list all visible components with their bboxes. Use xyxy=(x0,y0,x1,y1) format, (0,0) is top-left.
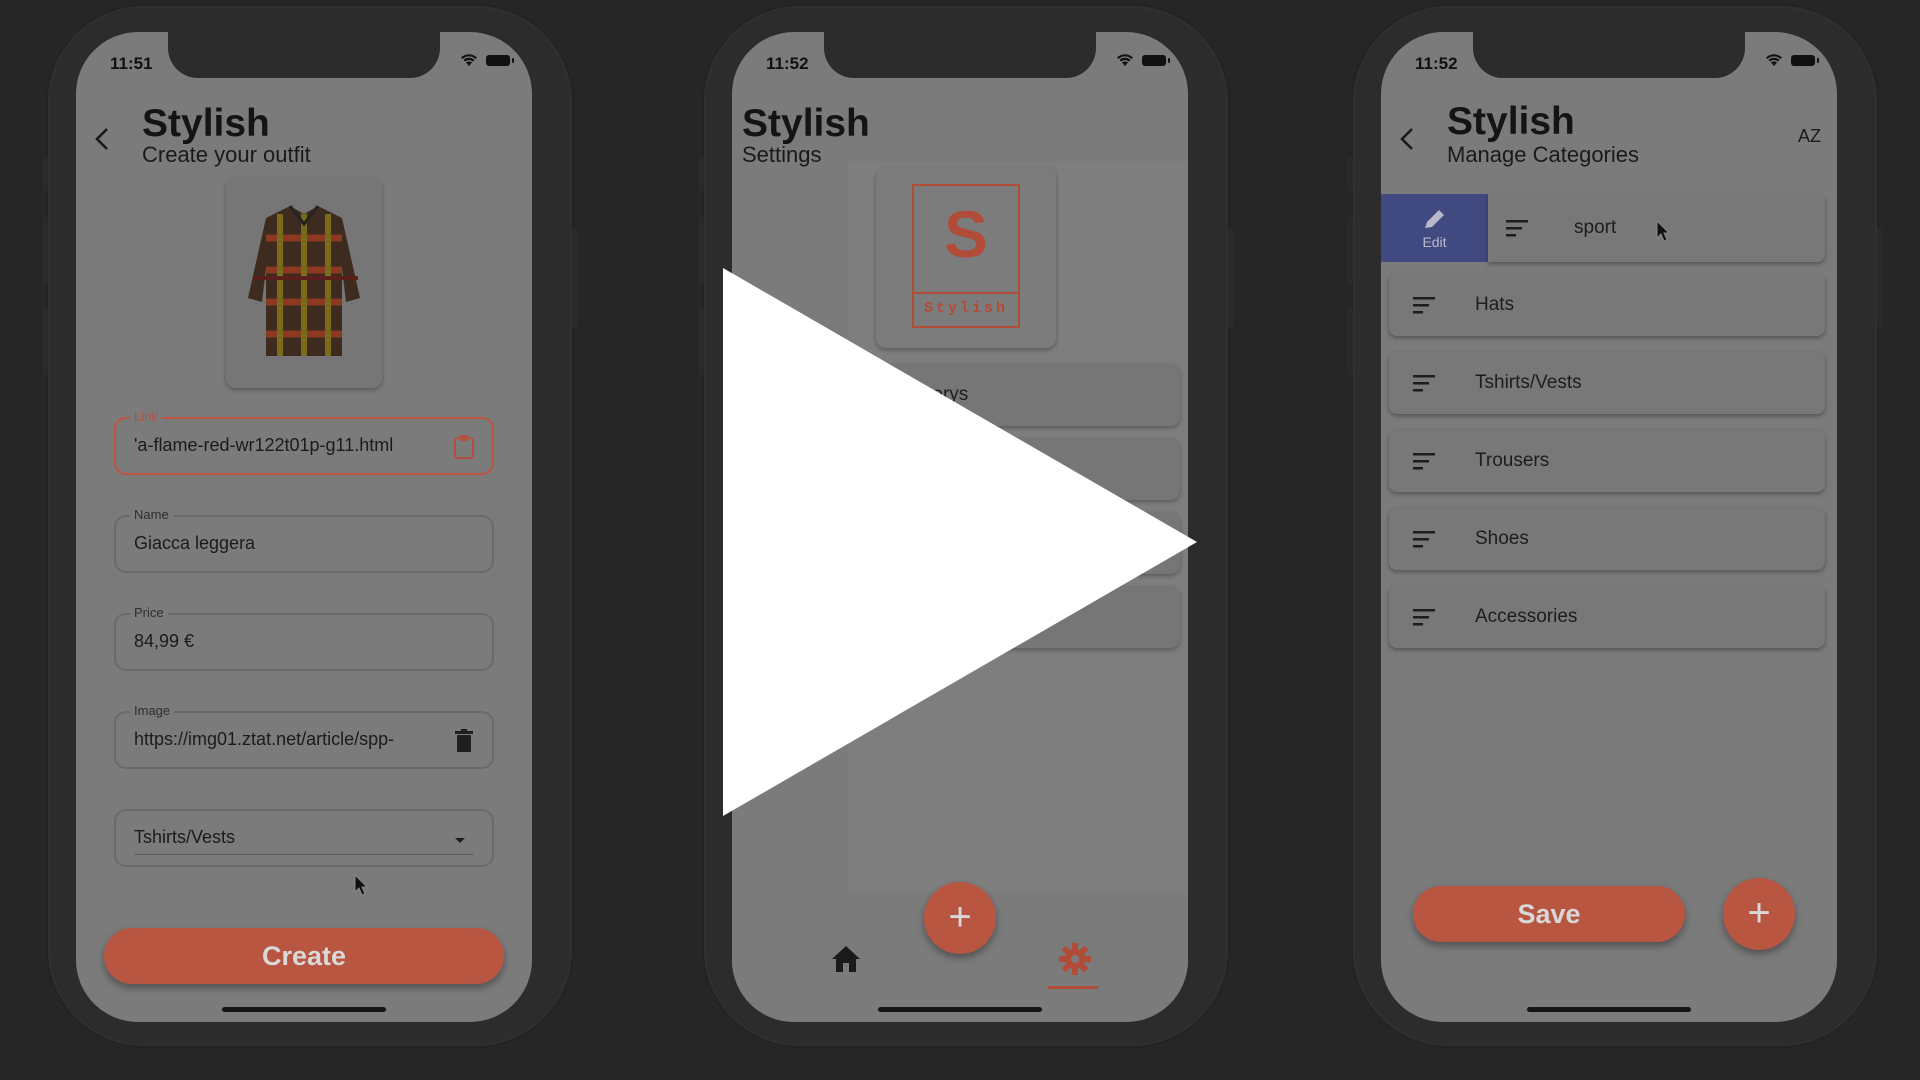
page-subtitle: Manage Categories xyxy=(1447,142,1640,167)
trash-icon[interactable] xyxy=(452,728,476,754)
list-item[interactable]: Hats xyxy=(1389,274,1825,336)
phone-create-outfit: 11:51 Stylish Create your outfit Link 'a… xyxy=(42,6,578,1046)
back-arrow-icon[interactable] xyxy=(90,126,116,152)
notch xyxy=(168,32,440,78)
image-value: https://img01.ztat.net/article/spp- xyxy=(134,729,395,749)
mouse-cursor-icon xyxy=(1656,220,1671,242)
price-field[interactable]: Price 84,99 € xyxy=(114,605,494,671)
side-button xyxy=(698,216,704,286)
wifi-icon xyxy=(461,54,477,66)
side-button xyxy=(1877,228,1883,328)
phone-manage-categories: 11:52 Stylish Manage Categories AZ Edit … xyxy=(1347,6,1883,1046)
status-time: 11:52 xyxy=(766,54,809,73)
sort-az-button[interactable]: AZ xyxy=(1798,126,1821,147)
side-button xyxy=(1347,156,1353,192)
price-value: 84,99 € xyxy=(134,631,195,651)
category-label: Shoes xyxy=(1475,528,1529,549)
play-icon[interactable] xyxy=(723,268,1197,816)
side-button xyxy=(1347,306,1353,376)
link-label: Link xyxy=(130,409,162,424)
image-label: Image xyxy=(130,703,175,718)
app-title: Stylish xyxy=(1447,100,1575,143)
category-label: Trousers xyxy=(1475,450,1550,471)
drag-handle-icon[interactable] xyxy=(1506,218,1530,238)
link-field[interactable]: Link 'a-flame-red-wr122t01p-g11.html xyxy=(114,409,494,475)
list-item[interactable]: sport xyxy=(1488,194,1825,262)
list-item[interactable]: Shoes xyxy=(1389,508,1825,570)
list-item[interactable]: Tshirts/Vests xyxy=(1389,352,1825,414)
home-indicator xyxy=(222,1007,386,1012)
save-button[interactable]: Save xyxy=(1413,886,1685,942)
edit-label: Edit xyxy=(1422,234,1447,250)
side-button xyxy=(42,156,48,192)
home-indicator xyxy=(878,1007,1042,1012)
battery-icon xyxy=(1142,55,1170,66)
category-label: Tshirts/Vests xyxy=(1475,372,1582,393)
page-subtitle: Settings xyxy=(742,142,822,167)
page-subtitle: Create your outfit xyxy=(142,142,311,167)
side-button xyxy=(1347,216,1353,286)
active-tab-indicator xyxy=(1048,986,1098,989)
plus-icon: + xyxy=(1747,891,1771,935)
battery-icon xyxy=(1791,55,1819,66)
side-button xyxy=(698,306,704,376)
drag-handle-icon[interactable] xyxy=(1413,451,1437,471)
side-button xyxy=(1228,228,1234,328)
drag-handle-icon[interactable] xyxy=(1413,529,1437,549)
notch xyxy=(824,32,1096,78)
wifi-icon xyxy=(1766,54,1782,66)
status-time: 11:52 xyxy=(1415,54,1458,73)
name-value: Giacca leggera xyxy=(134,533,256,553)
logo-letter: S xyxy=(943,197,989,271)
back-arrow-icon[interactable] xyxy=(1395,126,1421,152)
status-icons xyxy=(1116,54,1170,67)
chevron-down-icon xyxy=(455,838,465,843)
side-button xyxy=(42,216,48,286)
side-button xyxy=(572,228,578,328)
wifi-icon xyxy=(1117,54,1133,66)
screen: 11:52 Stylish Manage Categories AZ Edit … xyxy=(1381,32,1837,1022)
notch xyxy=(1473,32,1745,78)
image-field[interactable]: Image https://img01.ztat.net/article/spp… xyxy=(114,703,494,769)
status-time: 11:51 xyxy=(110,54,153,73)
shirt-image xyxy=(248,205,360,356)
drag-handle-icon[interactable] xyxy=(1413,373,1437,393)
app-title: Stylish xyxy=(142,102,270,145)
list-item[interactable]: Accessories xyxy=(1389,586,1825,648)
add-category-button[interactable]: + xyxy=(1723,878,1795,950)
home-icon[interactable] xyxy=(830,944,862,974)
category-label: Accessories xyxy=(1475,606,1578,627)
link-value: 'a-flame-red-wr122t01p-g11.html xyxy=(134,435,394,455)
create-button[interactable]: Create xyxy=(104,928,504,984)
category-label: Hats xyxy=(1475,294,1515,315)
screen: 11:51 Stylish Create your outfit Link 'a… xyxy=(76,32,532,1022)
plus-icon: + xyxy=(948,895,972,939)
app-title: Stylish xyxy=(742,102,870,145)
drag-handle-icon[interactable] xyxy=(1413,607,1437,627)
home-indicator xyxy=(1527,1007,1691,1012)
category-label: sport xyxy=(1574,217,1617,238)
gear-icon[interactable] xyxy=(1058,942,1092,976)
name-label: Name xyxy=(130,507,173,522)
name-field[interactable]: Name Giacca leggera xyxy=(114,507,494,573)
mouse-cursor-icon xyxy=(354,874,369,896)
add-fab-button[interactable]: + xyxy=(924,882,996,954)
status-icons xyxy=(460,54,514,67)
clipboard-icon[interactable] xyxy=(452,434,476,460)
category-dropdown[interactable]: Tshirts/Vests xyxy=(114,809,494,867)
battery-icon xyxy=(486,55,514,66)
status-icons xyxy=(1765,54,1819,67)
side-button xyxy=(698,156,704,192)
drag-handle-icon[interactable] xyxy=(1413,295,1437,315)
category-value: Tshirts/Vests xyxy=(134,827,236,847)
edit-action-button[interactable]: Edit xyxy=(1381,194,1488,262)
dropdown-underline xyxy=(134,854,474,855)
list-item[interactable]: Trousers xyxy=(1389,430,1825,492)
product-image-card[interactable] xyxy=(226,178,382,388)
pencil-icon xyxy=(1425,210,1444,228)
side-button xyxy=(42,306,48,376)
price-label: Price xyxy=(130,605,168,620)
